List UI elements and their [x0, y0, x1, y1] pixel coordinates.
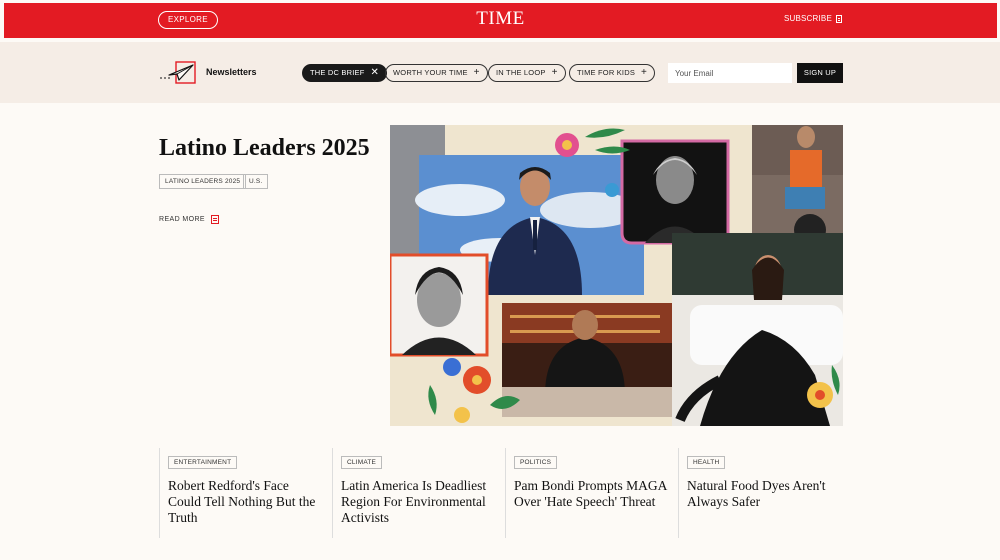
chip-in-the-loop[interactable]: IN THE LOOP +	[488, 64, 566, 82]
time-logo[interactable]: TIME	[4, 8, 997, 30]
paper-plane-icon	[160, 61, 196, 84]
chip-worth-your-time[interactable]: WORTH YOUR TIME +	[385, 64, 488, 82]
article-tag[interactable]: POLITICS	[514, 456, 558, 469]
chip-label: THE DC BRIEF	[310, 68, 365, 77]
signup-button[interactable]: SIGN UP	[797, 63, 843, 83]
article-card[interactable]: ENTERTAINMENT Robert Redford's Face Coul…	[159, 448, 332, 538]
email-input[interactable]	[668, 63, 792, 83]
plus-icon: +	[473, 67, 480, 78]
article-icon	[211, 215, 219, 224]
read-more-label: READ MORE	[159, 216, 205, 223]
plus-icon: +	[551, 67, 558, 78]
tag-us[interactable]: U.S.	[243, 174, 269, 189]
tag-latino-leaders[interactable]: LATINO LEADERS 2025	[159, 174, 247, 189]
article-card[interactable]: POLITICS Pam Bondi Prompts MAGA Over 'Ha…	[505, 448, 678, 538]
read-more-link[interactable]: READ MORE	[159, 215, 219, 224]
chip-label: IN THE LOOP	[496, 68, 546, 77]
chip-the-dc-brief[interactable]: THE DC BRIEF ✕	[302, 64, 388, 82]
subscribe-label: SUBSCRIBE	[783, 14, 832, 23]
article-title[interactable]: Robert Redford's Face Could Tell Nothing…	[168, 478, 323, 526]
chip-time-for-kids[interactable]: TIME FOR KIDS +	[569, 64, 656, 82]
article-card[interactable]: CLIMATE Latin America Is Deadliest Regio…	[332, 448, 505, 538]
article-tag[interactable]: ENTERTAINMENT	[168, 456, 238, 469]
chip-label: TIME FOR KIDS	[577, 68, 636, 77]
plus-icon: +	[641, 67, 648, 78]
hero-collage-image[interactable]	[390, 125, 843, 426]
close-icon: ✕	[370, 67, 380, 78]
subscribe-link[interactable]: SUBSCRIBE	[784, 14, 842, 23]
hero-title[interactable]: Latino Leaders 2025	[159, 135, 370, 162]
article-title[interactable]: Natural Food Dyes Aren't Always Safer	[687, 478, 842, 510]
article-title[interactable]: Pam Bondi Prompts MAGA Over 'Hate Speech…	[514, 478, 669, 510]
article-card[interactable]: HEALTH Natural Food Dyes Aren't Always S…	[678, 448, 848, 538]
chip-label: WORTH YOUR TIME	[393, 68, 468, 77]
site-header: EXPLORE TIME SUBSCRIBE	[4, 3, 997, 38]
article-title[interactable]: Latin America Is Deadliest Region For En…	[341, 478, 496, 526]
magazine-icon	[836, 14, 842, 23]
newsletter-band: Newsletters THE DC BRIEF ✕ WORTH YOUR TI…	[0, 42, 1000, 103]
article-tag[interactable]: CLIMATE	[341, 456, 383, 469]
article-tag[interactable]: HEALTH	[687, 456, 726, 469]
newsletters-label: Newsletters	[206, 67, 257, 77]
